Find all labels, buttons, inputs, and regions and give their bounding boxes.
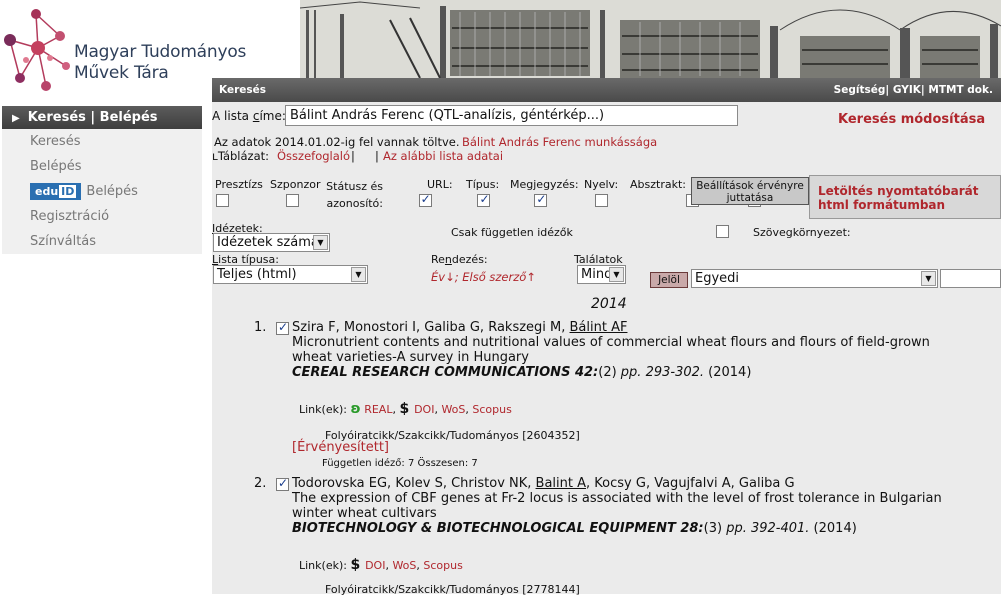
prestige-checkbox[interactable] [216,194,229,207]
real-link[interactable]: REAL [364,403,392,416]
entry-title: Micronutrient contents and nutritional v… [292,335,930,365]
entry-authors: Todorovska EG, Kolev S, Christov NK, Bal… [292,476,795,491]
list-title-input[interactable]: Bálint András Ferenc (QTL-analízis, gént… [285,105,738,126]
year-heading: 2014 [591,296,627,312]
sort-order-link[interactable]: Év↓; Első szerző↑ [431,270,536,284]
highlighted-author: Balint A [535,476,587,491]
note-checkbox[interactable] [595,194,609,207]
highlighted-author: Bálint AF [569,320,628,335]
entry-status-link[interactable]: [Érvényesített] [292,440,389,455]
mark-input[interactable] [940,269,1001,288]
context-label: Szövegkörnyezet: [753,226,851,239]
eduid-icon: edu ID [30,183,82,200]
logo-line-1: Magyar Tudományos [74,42,247,62]
sidebar-item-login[interactable]: Belépés [2,154,202,179]
sidebar-item-register[interactable]: Regisztráció [2,204,202,229]
doi-link[interactable]: DOI [414,403,434,416]
sidebar-header[interactable]: ▶ Keresés | Belépés [2,106,202,129]
entry-source: CEREAL RESEARCH COMMUNICATIONS 42:(2) pp… [292,365,752,380]
mtmt-docs-link[interactable]: MTMT dok. [928,84,993,96]
entry-number: 2. [254,476,267,491]
wos-link[interactable]: WoS [441,403,465,416]
logo-network-icon [4,9,70,91]
entry-number: 1. [254,320,267,335]
doi-link[interactable]: DOI [365,559,385,572]
help-links: Segítség| GYIK| MTMT dok. [833,84,993,96]
dollar-icon: $ [350,557,366,573]
main-content: A lista címe: Bálint András Ferenc (QTL-… [212,102,1001,596]
table-label: ʟTáblázat: [212,149,270,163]
url-label: URL: [427,178,453,191]
chevron-down-icon: ▼ [921,271,936,286]
entry-select-checkbox[interactable] [276,476,289,491]
entry-title: The expression of CBF genes at Fr-2 locu… [292,491,942,521]
citations-select[interactable]: Idézetek száma ▼ [213,233,330,252]
publication-entry: 1. Szira F, Monostori I, Galiba G, Raksz… [254,320,956,469]
sort-label: Rendezés: [431,253,488,266]
publication-entry: 2. Todorovska EG, Kolev S, Christov NK, … [254,476,956,596]
entry-select-checkbox[interactable] [276,320,289,335]
summary-link[interactable]: Összefoglaló [277,149,350,163]
language-label: Nyelv: [584,178,619,191]
author-works-link[interactable]: Bálint András Ferenc munkássága [462,135,657,149]
url-checkbox[interactable] [477,192,491,207]
prestige-label: Presztízs [215,178,263,191]
triangle-right-icon: ▶ [12,113,20,124]
entry-source: BIOTECHNOLOGY & BIOTECHNOLOGICAL EQUIPME… [292,521,857,536]
status-id-label: Státusz és azonosító: [326,180,383,210]
scopus-link[interactable]: Scopus [423,559,462,572]
note-label: Megjegyzés: [510,178,579,191]
mark-button[interactable]: Jelöl [650,272,688,288]
entry-links: Link(ek): $ DOI, WoS, Scopus [299,557,463,573]
sponsor-checkbox[interactable] [285,194,299,207]
sidebar-item-search[interactable]: Keresés [2,129,202,154]
scopus-link[interactable]: Scopus [472,403,511,416]
main-header-bar: Keresés Segítség| GYIK| MTMT dok. [212,78,1001,102]
entry-citation-count: Független idéző: 7 Összesen: 7 [322,458,478,469]
sidebar-item-color-switch[interactable]: Színváltás [2,229,202,254]
data-loaded-text: Az adatok 2014.01.02-ig fel vannak töltv… [214,135,460,149]
dollar-icon: $ [399,401,415,417]
hits-select[interactable]: Mind ▼ [577,265,626,284]
chevron-down-icon: ▼ [609,267,624,282]
entry-links: Link(ek): ʚ REAL, $ DOI, WoS, Scopus [299,401,512,417]
sponsor-label: Szponzor [270,178,321,191]
status-id-checkbox[interactable] [418,192,432,207]
chevron-down-icon: ▼ [313,235,328,250]
page-section-title: Keresés [219,84,266,96]
independent-citations-label: Csak független idézők [451,226,573,239]
sidebar: ▶ Keresés | Belépés Keresés Belépés edu ID… [2,106,202,254]
list-data-link[interactable]: Az alábbi lista adatai [383,149,503,163]
chevron-down-icon: ▼ [351,267,366,282]
help-link[interactable]: Segítség [834,84,886,96]
type-checkbox[interactable] [534,192,548,207]
apply-settings-button[interactable]: Beállítások érvényre juttatása [691,177,809,205]
list-type-select[interactable]: Teljes (html) ▼ [213,265,368,284]
mark-select[interactable]: Egyedi ▼ [691,269,938,288]
faq-link[interactable]: GYIK [893,84,921,96]
abstract-label: Absztrakt: [630,178,686,191]
independent-citations-checkbox[interactable] [715,225,729,238]
open-access-icon: ʚ [350,401,361,417]
list-title-label: A lista címe: [212,109,286,123]
type-label: Típus: [466,178,500,191]
sidebar-item-eduid-login[interactable]: edu ID Belépés [2,179,202,204]
entry-authors: Szira F, Monostori I, Galiba G, Rakszegi… [292,320,628,335]
wos-link[interactable]: WoS [392,559,416,572]
entry-type: Folyóiratcikk/Szakcikk/Tudományos [27781… [325,583,580,596]
print-download-link[interactable]: Letöltés nyomtatóbarát html formátumban [809,175,1001,219]
modify-search-link[interactable]: Keresés módosítása [838,112,985,127]
library-banner-image [300,0,1001,78]
